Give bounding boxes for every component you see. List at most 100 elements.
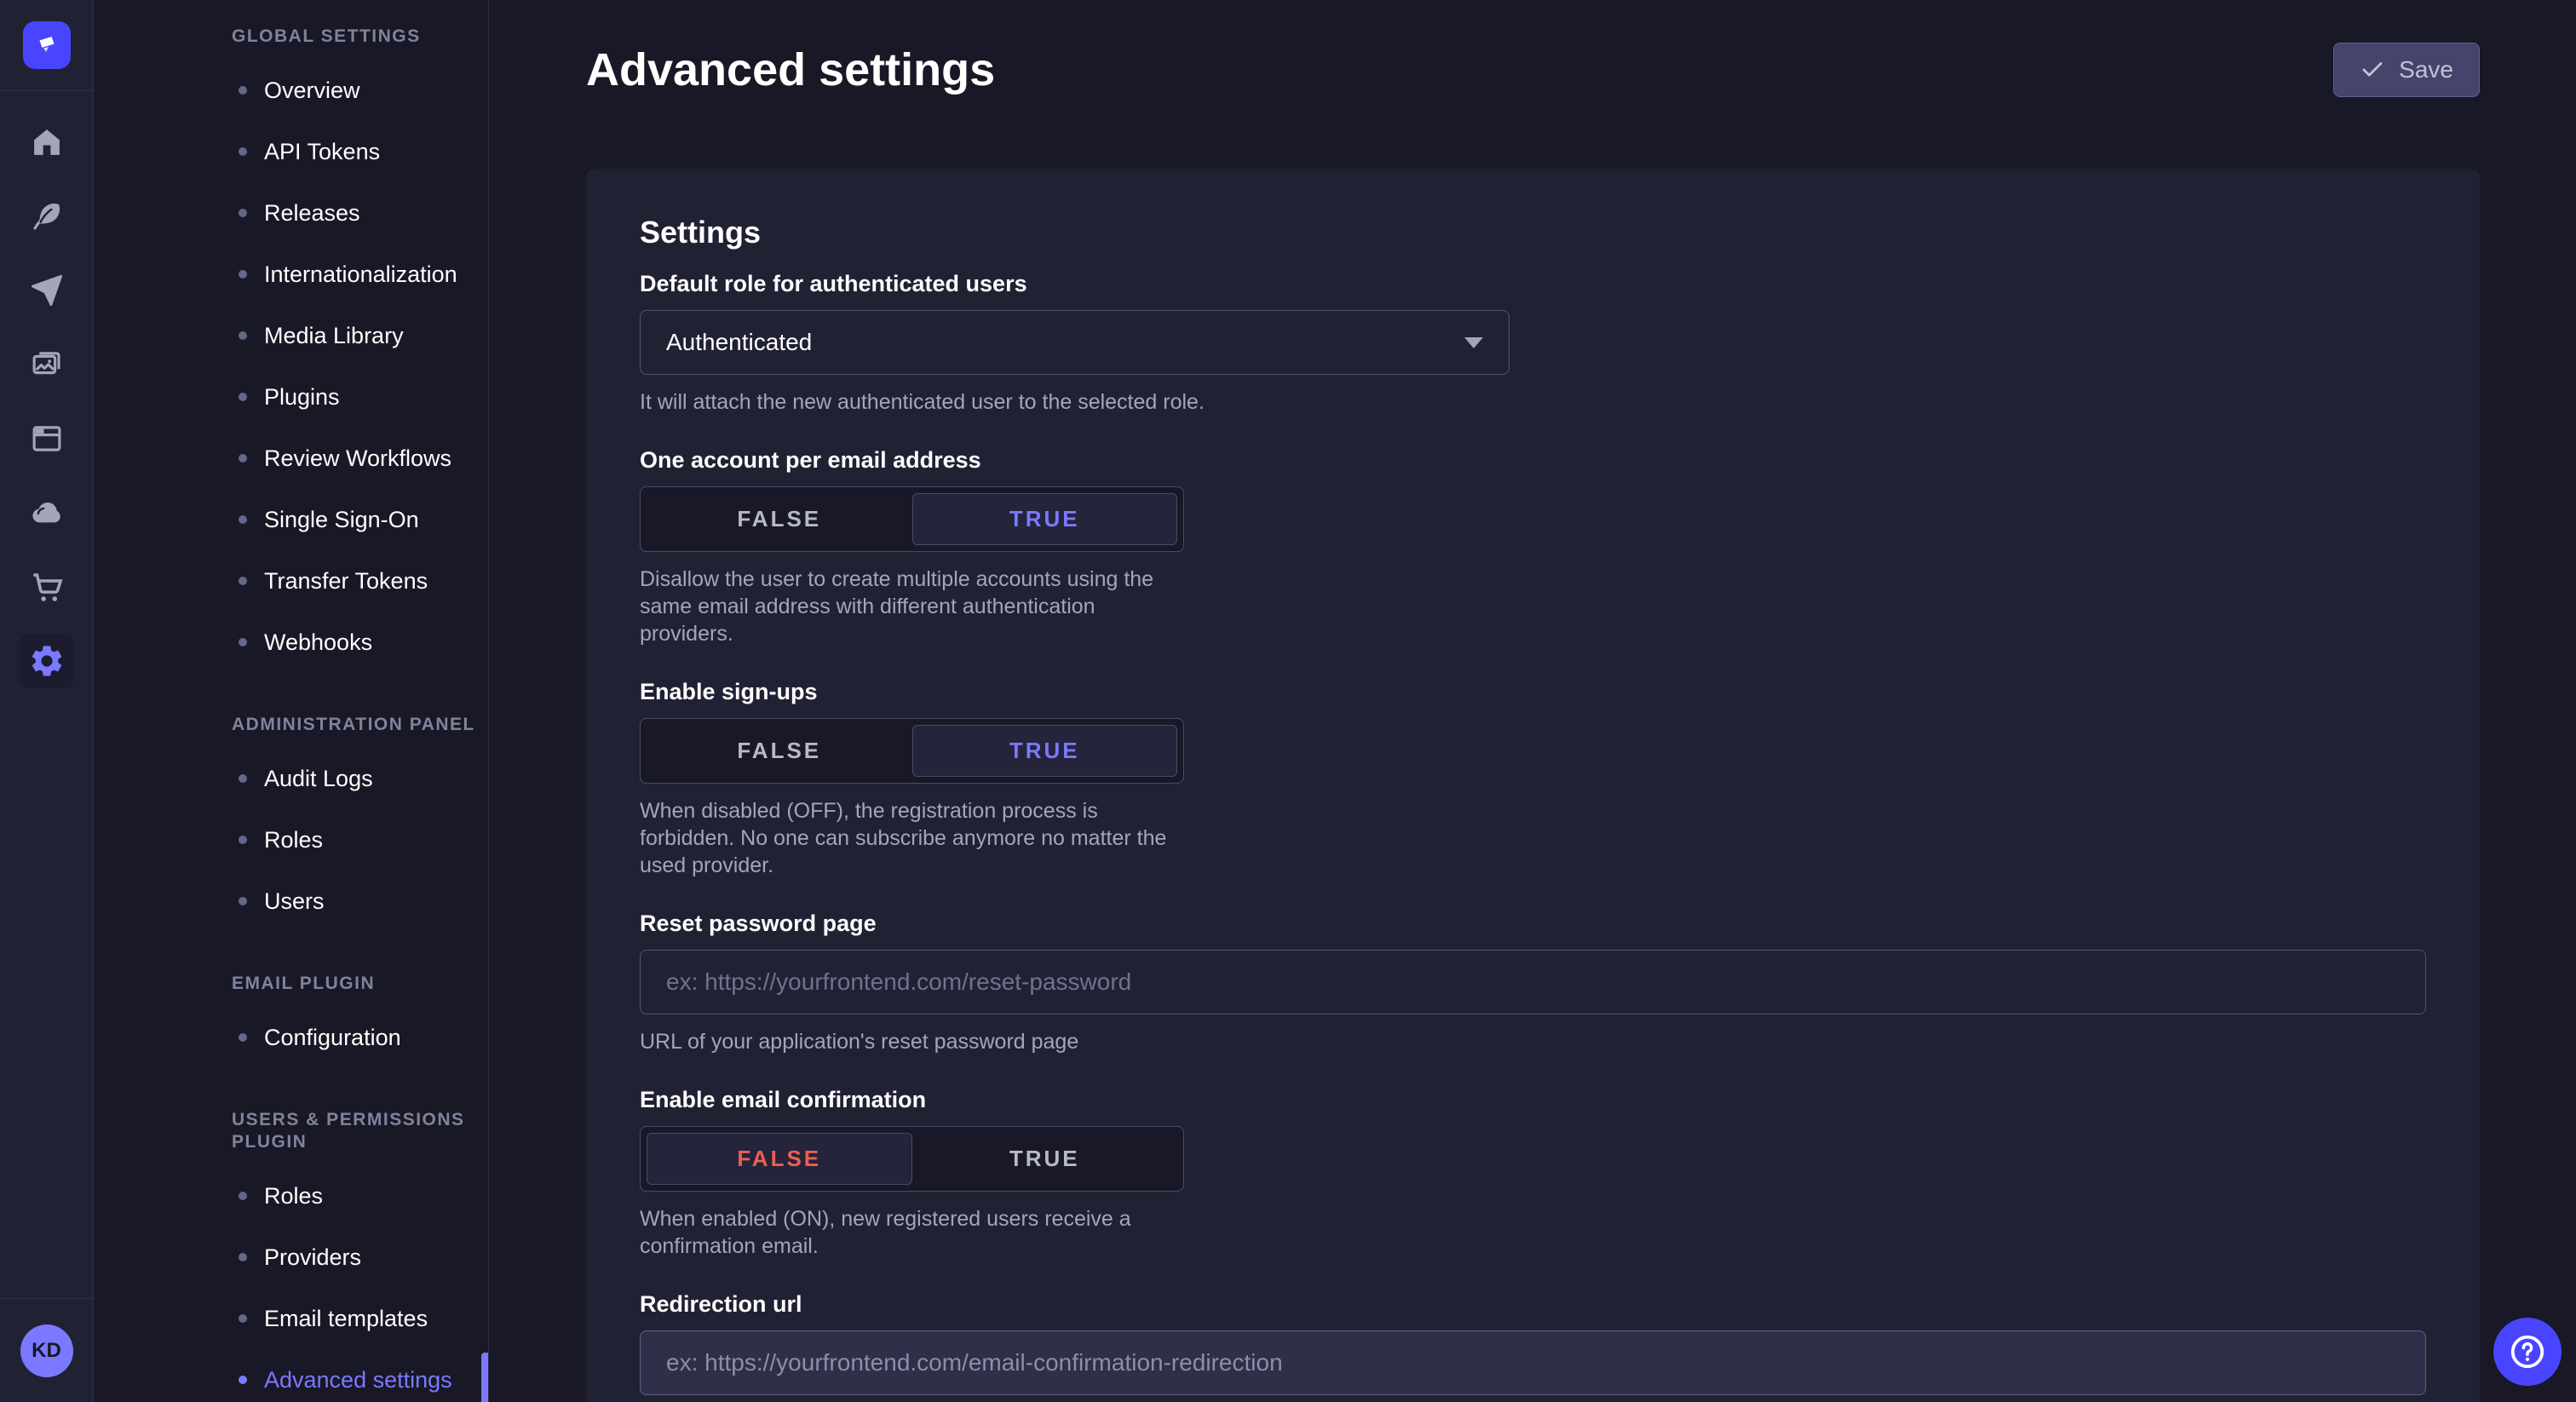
bullet-icon <box>239 393 247 401</box>
sidebar-item-api-tokens[interactable]: API Tokens <box>94 121 488 182</box>
question-mark-icon <box>2508 1332 2547 1371</box>
bullet-icon <box>239 270 247 279</box>
field-reset-password: Reset password page URL of your applicat… <box>640 910 2426 1055</box>
sidebar-item-media-library[interactable]: Media Library <box>94 305 488 366</box>
toggle-option-true[interactable]: TRUE <box>912 1133 1178 1185</box>
strapi-logo[interactable] <box>23 21 71 69</box>
toggle-option-false[interactable]: FALSE <box>647 725 912 777</box>
enable-signups-toggle: FALSE TRUE <box>640 718 1184 784</box>
sidebar-item-label: Users <box>264 888 325 915</box>
subnav-section-admin-panel: ADMINISTRATION PANEL Audit Logs Roles Us… <box>94 714 488 932</box>
field-hint: When disabled (OFF), the registration pr… <box>640 797 1189 879</box>
sidebar-item-label: Roles <box>264 827 323 853</box>
bullet-icon <box>239 515 247 524</box>
sidebar-item-email-templates[interactable]: Email templates <box>94 1288 488 1349</box>
sidebar-item-review-workflows[interactable]: Review Workflows <box>94 428 488 489</box>
sidebar-item-label: Overview <box>264 78 360 104</box>
chevron-down-icon <box>1464 337 1483 348</box>
field-label: One account per email address <box>640 446 2426 474</box>
rail-icon-list <box>0 91 93 708</box>
one-account-toggle: FALSE TRUE <box>640 486 1184 552</box>
sidebar-item-label: Releases <box>264 200 360 227</box>
media-library-icon[interactable] <box>20 337 74 392</box>
bullet-icon <box>239 1314 247 1323</box>
help-button[interactable] <box>2493 1318 2562 1386</box>
sidebar-item-label: Plugins <box>264 384 340 411</box>
field-one-account: One account per email address FALSE TRUE… <box>640 446 2426 647</box>
bullet-icon <box>239 1253 247 1261</box>
field-label: Reset password page <box>640 910 2426 937</box>
save-button[interactable]: Save <box>2333 43 2480 97</box>
page-header: Advanced settings Save <box>586 43 2480 97</box>
main-nav-rail: KD <box>0 0 94 1402</box>
bullet-icon <box>239 774 247 783</box>
sidebar-item-advanced-settings[interactable]: Advanced settings <box>94 1349 488 1402</box>
sidebar-item-audit-logs[interactable]: Audit Logs <box>94 748 488 809</box>
strapi-admin-page: KD GLOBAL SETTINGS Overview API Tokens R… <box>0 0 2576 1402</box>
sidebar-item-label: Advanced settings <box>264 1367 452 1393</box>
field-label: Enable email confirmation <box>640 1086 2426 1113</box>
sidebar-item-configuration[interactable]: Configuration <box>94 1007 488 1068</box>
field-hint: URL of your application's reset password… <box>640 1028 2426 1055</box>
card-title: Settings <box>640 214 2426 251</box>
subnav-section-global: GLOBAL SETTINGS Overview API Tokens Rele… <box>94 26 488 673</box>
bullet-icon <box>239 86 247 95</box>
sidebar-item-transfer-tokens[interactable]: Transfer Tokens <box>94 550 488 612</box>
avatar[interactable]: KD <box>20 1324 73 1377</box>
bullet-icon <box>239 454 247 463</box>
content-manager-icon[interactable] <box>20 189 74 244</box>
bullet-icon <box>239 147 247 156</box>
field-default-role: Default role for authenticated users Aut… <box>640 270 2426 416</box>
sidebar-item-providers[interactable]: Providers <box>94 1227 488 1288</box>
marketplace-icon[interactable] <box>20 560 74 614</box>
toggle-option-false[interactable]: FALSE <box>647 1133 912 1185</box>
save-button-label: Save <box>2399 56 2453 83</box>
bullet-icon <box>239 331 247 340</box>
bullet-icon <box>239 1033 247 1042</box>
sidebar-item-internationalization[interactable]: Internationalization <box>94 244 488 305</box>
main-content: Advanced settings Save Settings Default … <box>489 0 2576 1402</box>
redirection-url-input[interactable] <box>640 1330 2426 1395</box>
content-type-builder-icon[interactable] <box>20 411 74 466</box>
field-label: Default role for authenticated users <box>640 270 2426 297</box>
settings-subnav: GLOBAL SETTINGS Overview API Tokens Rele… <box>94 0 489 1402</box>
section-title: ADMINISTRATION PANEL <box>94 714 488 736</box>
section-title: GLOBAL SETTINGS <box>94 26 488 48</box>
toggle-option-true[interactable]: TRUE <box>912 493 1178 545</box>
bullet-icon <box>239 209 247 217</box>
field-label: Redirection url <box>640 1290 2426 1318</box>
sidebar-item-overview[interactable]: Overview <box>94 60 488 121</box>
settings-card: Settings Default role for authenticated … <box>586 169 2480 1402</box>
sidebar-item-releases[interactable]: Releases <box>94 182 488 244</box>
sidebar-item-plugins[interactable]: Plugins <box>94 366 488 428</box>
logo-container <box>0 0 93 91</box>
settings-icon[interactable] <box>20 634 74 688</box>
select-value: Authenticated <box>666 329 812 356</box>
check-icon <box>2360 57 2385 83</box>
sidebar-item-label: Webhooks <box>264 629 372 656</box>
deploy-icon[interactable] <box>20 263 74 318</box>
bullet-icon <box>239 638 247 646</box>
toggle-option-true[interactable]: TRUE <box>912 725 1178 777</box>
sidebar-item-label: API Tokens <box>264 139 380 165</box>
sidebar-item-webhooks[interactable]: Webhooks <box>94 612 488 673</box>
section-title: USERS & PERMISSIONS PLUGIN <box>94 1109 488 1153</box>
sidebar-item-label: Configuration <box>264 1025 401 1051</box>
field-hint: It will attach the new authenticated use… <box>640 388 1189 416</box>
sidebar-item-roles-permissions[interactable]: Roles <box>94 1165 488 1227</box>
reset-password-input[interactable] <box>640 950 2426 1014</box>
sidebar-item-users[interactable]: Users <box>94 871 488 932</box>
sidebar-item-single-sign-on[interactable]: Single Sign-On <box>94 489 488 550</box>
default-role-select[interactable]: Authenticated <box>640 310 1509 375</box>
home-icon[interactable] <box>20 115 74 170</box>
sidebar-item-roles-admin[interactable]: Roles <box>94 809 488 871</box>
sidebar-item-label: Internationalization <box>264 261 457 288</box>
field-label: Enable sign-ups <box>640 678 2426 705</box>
bullet-icon <box>239 1376 247 1384</box>
cloud-icon[interactable] <box>20 486 74 540</box>
sidebar-item-label: Media Library <box>264 323 404 349</box>
toggle-option-false[interactable]: FALSE <box>647 493 912 545</box>
bullet-icon <box>239 897 247 905</box>
page-title: Advanced settings <box>586 43 995 97</box>
sidebar-item-label: Providers <box>264 1244 361 1271</box>
